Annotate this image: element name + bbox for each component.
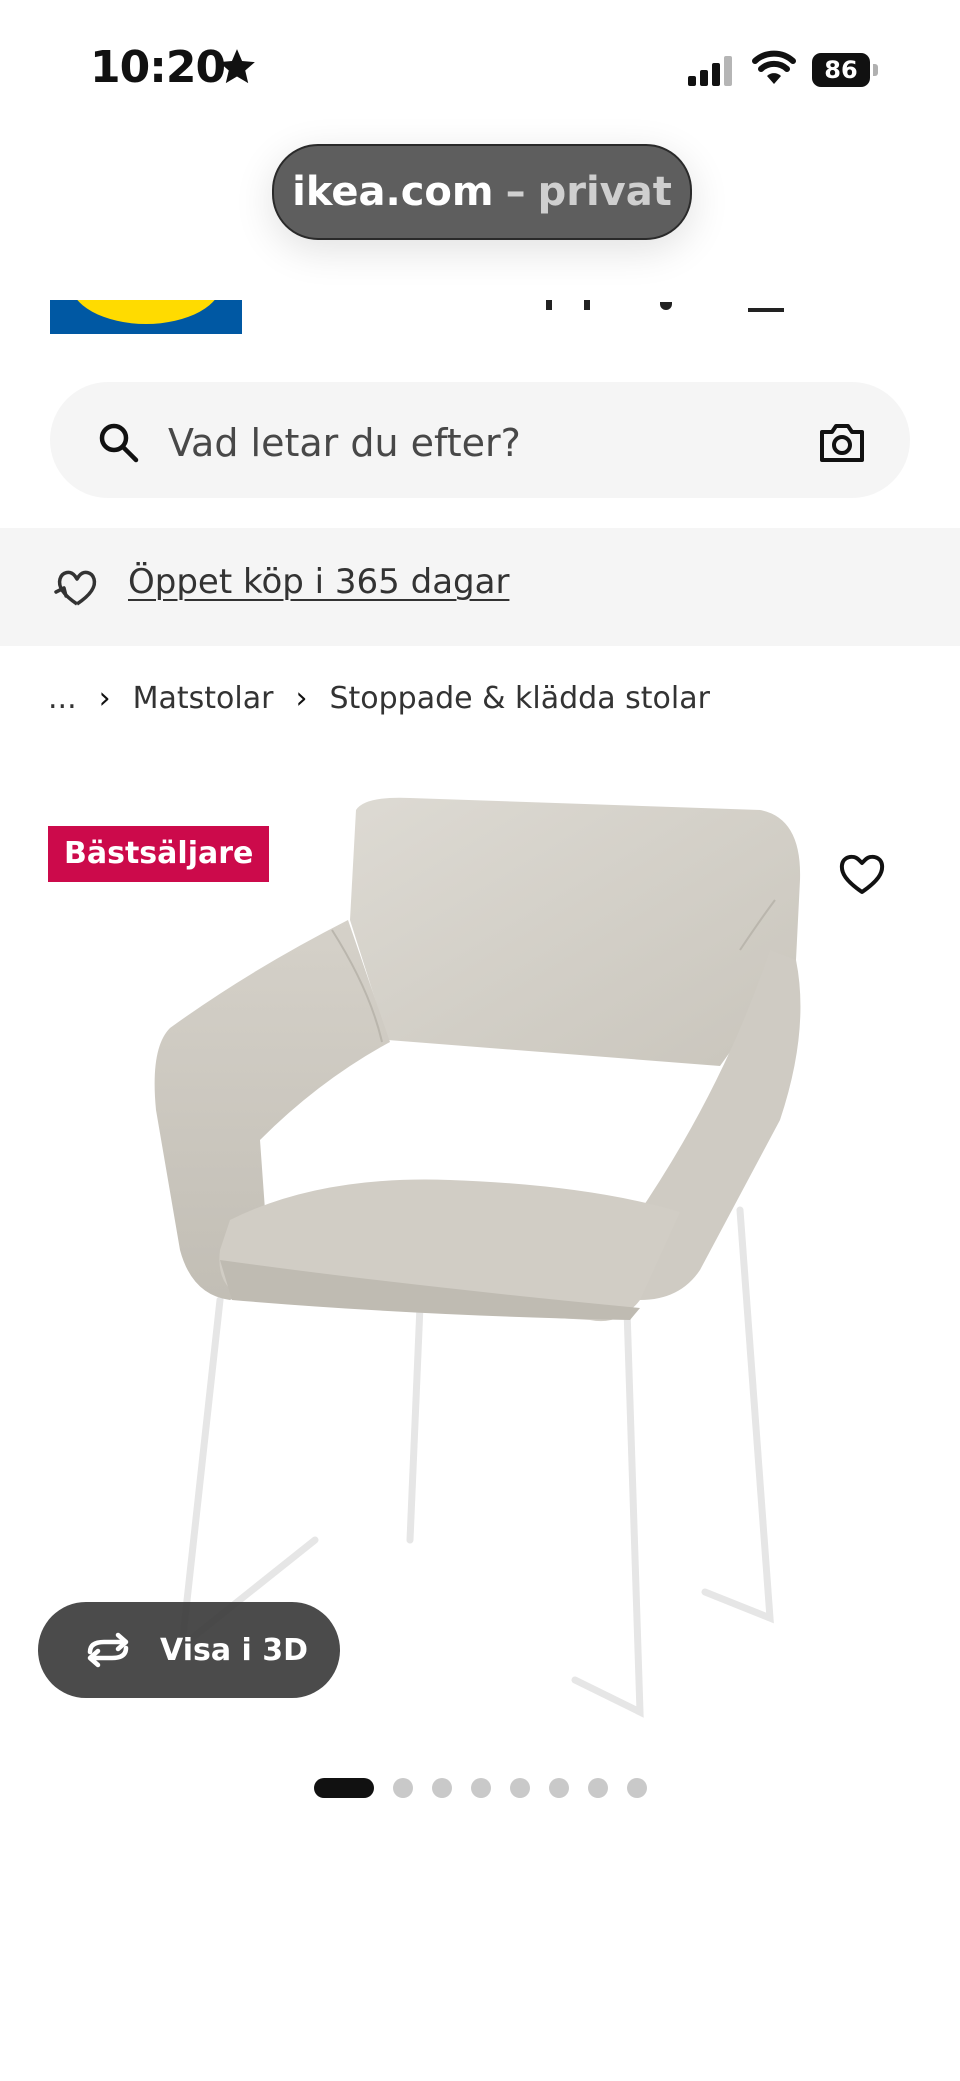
chevron-right-icon: › xyxy=(98,680,111,716)
search-icon[interactable] xyxy=(96,420,140,464)
breadcrumb-ellipsis[interactable]: ... xyxy=(48,681,77,716)
image-carousel-indicator xyxy=(0,1774,960,1798)
url-separator: – xyxy=(505,169,526,215)
returns-icon xyxy=(54,570,97,606)
bestseller-badge: Bästsäljare xyxy=(48,826,270,882)
carousel-dot[interactable] xyxy=(393,1778,413,1798)
header-icon-fragment[interactable] xyxy=(584,300,590,310)
carousel-dot[interactable] xyxy=(432,1778,452,1798)
carousel-dot[interactable] xyxy=(588,1778,608,1798)
status-time: 10:20 xyxy=(90,42,226,93)
menu-icon[interactable] xyxy=(748,308,784,312)
url-domain: ikea.com xyxy=(292,169,494,215)
search-input[interactable] xyxy=(166,414,770,472)
url-bar[interactable]: ikea.com – privat xyxy=(272,144,692,240)
header-icon-fragment[interactable] xyxy=(546,300,552,310)
view-in-3d-label: Visa i 3D xyxy=(160,1632,309,1668)
star-icon xyxy=(219,49,255,84)
breadcrumb-item-upholstered-chairs[interactable]: Stoppade & klädda stolar xyxy=(329,681,710,716)
private-mode-label: privat xyxy=(537,169,672,215)
battery-level: 86 xyxy=(824,56,858,84)
battery-indicator: 86 xyxy=(812,53,880,87)
breadcrumb-item-dining-chairs[interactable]: Matstolar xyxy=(133,681,274,716)
carousel-dot[interactable] xyxy=(549,1778,569,1798)
rotate-3d-icon xyxy=(87,1632,129,1668)
wifi-icon xyxy=(752,50,796,84)
carousel-dot[interactable] xyxy=(627,1778,647,1798)
product-image[interactable] xyxy=(120,780,840,1740)
camera-icon[interactable] xyxy=(818,420,866,464)
view-in-3d-button[interactable]: Visa i 3D xyxy=(38,1602,340,1698)
chevron-right-icon: › xyxy=(295,680,308,716)
carousel-dot[interactable] xyxy=(314,1778,374,1798)
ikea-logo[interactable] xyxy=(50,300,242,334)
returns-policy-link[interactable]: Öppet köp i 365 dagar xyxy=(128,562,509,602)
breadcrumb: ... › Matstolar › Stoppade & klädda stol… xyxy=(48,676,710,720)
signal-icon xyxy=(688,56,732,86)
heart-icon[interactable] xyxy=(836,848,888,900)
carousel-dot[interactable] xyxy=(510,1778,530,1798)
carousel-dot[interactable] xyxy=(471,1778,491,1798)
header-icon-fragment[interactable] xyxy=(660,302,672,310)
